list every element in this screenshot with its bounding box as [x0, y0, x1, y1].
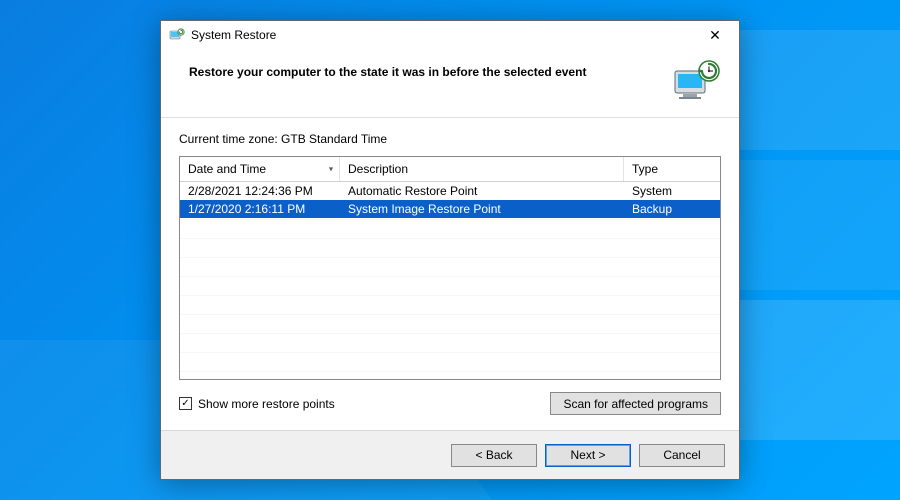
- next-button[interactable]: Next >: [545, 444, 631, 467]
- timezone-label: Current time zone: GTB Standard Time: [179, 132, 721, 146]
- column-label: Type: [632, 162, 658, 176]
- close-icon: ✕: [709, 27, 721, 44]
- checkmark-icon: ✓: [181, 399, 189, 409]
- cell-date: 2/28/2021 12:24:36 PM: [180, 182, 340, 200]
- cell-date: 1/27/2020 2:16:11 PM: [180, 200, 340, 218]
- button-label: Cancel: [663, 448, 700, 462]
- checkbox-label: Show more restore points: [198, 397, 335, 411]
- column-label: Description: [348, 162, 408, 176]
- button-label: < Back: [475, 448, 512, 462]
- close-button[interactable]: ✕: [695, 23, 735, 47]
- system-restore-banner-icon: [673, 59, 721, 103]
- dialog-heading: Restore your computer to the state it wa…: [189, 59, 661, 79]
- desktop-background: System Restore ✕ Restore your computer t…: [0, 0, 900, 500]
- cell-description: System Image Restore Point: [340, 200, 624, 218]
- column-header-description[interactable]: Description: [340, 157, 624, 181]
- show-more-restore-points-checkbox[interactable]: ✓ Show more restore points: [179, 397, 335, 411]
- restore-points-list[interactable]: Date and Time ▾ Description Type 2/28/20…: [179, 156, 721, 380]
- titlebar[interactable]: System Restore ✕: [161, 21, 739, 49]
- dialog-content: Current time zone: GTB Standard Time Dat…: [161, 118, 739, 430]
- scan-affected-programs-button[interactable]: Scan for affected programs: [550, 392, 721, 415]
- column-header-date[interactable]: Date and Time ▾: [180, 157, 340, 181]
- dialog-footer: < Back Next > Cancel: [161, 431, 739, 479]
- list-actions-row: ✓ Show more restore points Scan for affe…: [179, 392, 721, 415]
- button-label: Scan for affected programs: [563, 397, 708, 411]
- list-header: Date and Time ▾ Description Type: [180, 157, 720, 182]
- button-label: Next >: [570, 448, 605, 462]
- sort-descending-icon: ▾: [329, 165, 333, 174]
- checkbox-box: ✓: [179, 397, 192, 410]
- cell-type: Backup: [624, 200, 720, 218]
- column-label: Date and Time: [188, 162, 266, 176]
- window-title: System Restore: [191, 28, 695, 42]
- list-body: 2/28/2021 12:24:36 PM Automatic Restore …: [180, 182, 720, 379]
- system-restore-dialog: System Restore ✕ Restore your computer t…: [160, 20, 740, 480]
- cell-type: System: [624, 182, 720, 200]
- restore-point-row[interactable]: 2/28/2021 12:24:36 PM Automatic Restore …: [180, 182, 720, 200]
- restore-point-row[interactable]: 1/27/2020 2:16:11 PM System Image Restor…: [180, 200, 720, 218]
- column-header-type[interactable]: Type: [624, 157, 720, 181]
- header-band: Restore your computer to the state it wa…: [161, 49, 739, 117]
- cancel-button[interactable]: Cancel: [639, 444, 725, 467]
- system-restore-icon: [169, 27, 185, 43]
- cell-description: Automatic Restore Point: [340, 182, 624, 200]
- back-button[interactable]: < Back: [451, 444, 537, 467]
